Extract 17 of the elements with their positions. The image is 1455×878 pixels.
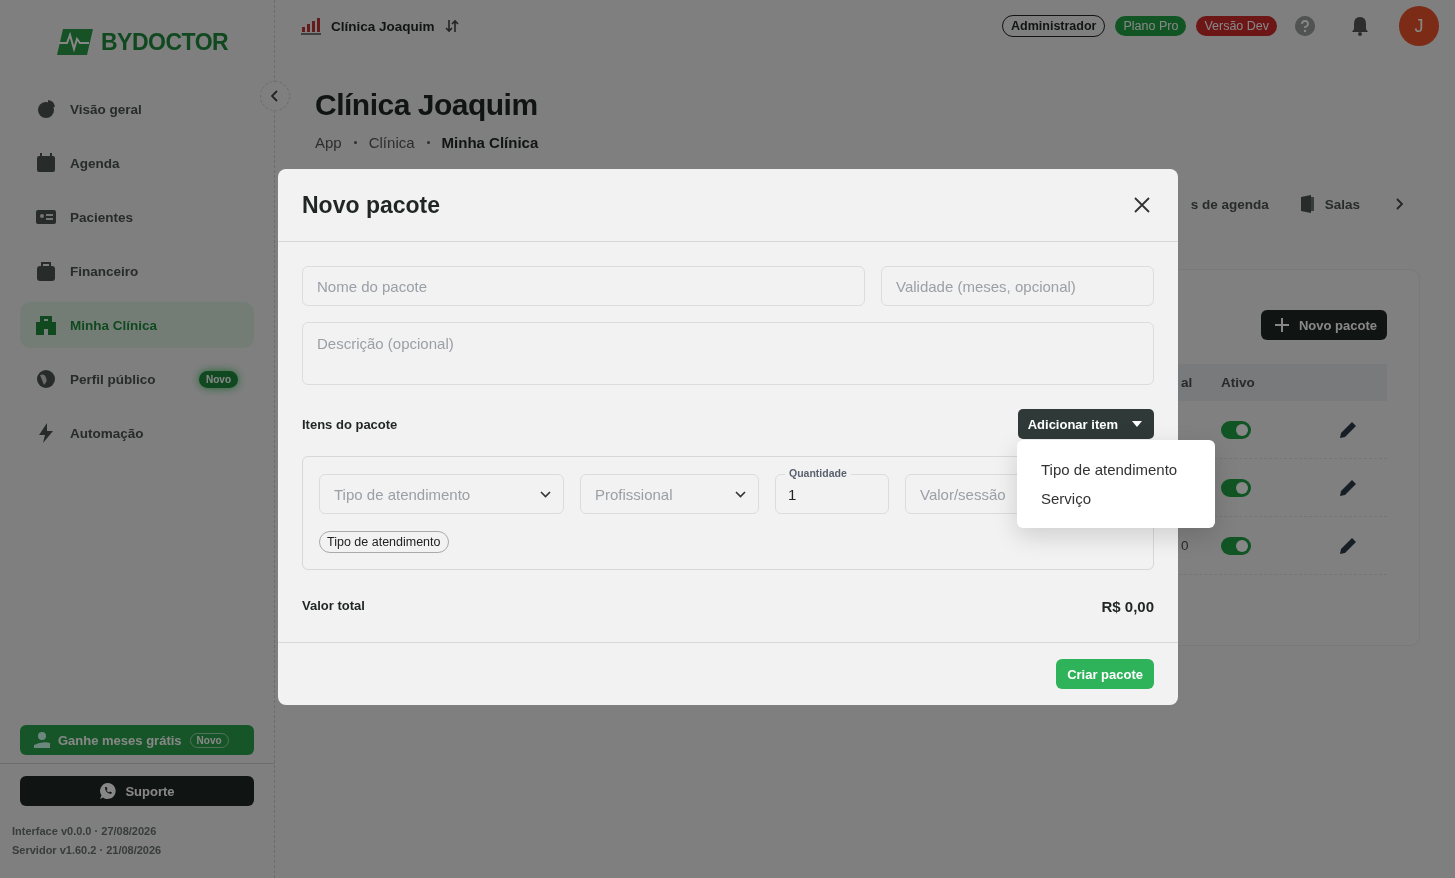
total-value: R$ 0,00 (1101, 598, 1154, 615)
modal-title: Novo pacote (302, 191, 441, 219)
version-text: Servidor v1.60.2 · 21/08/2026 (11, 843, 163, 858)
column-header: al (1181, 375, 1194, 390)
clinic-name: Clínica Joaquim (331, 18, 435, 34)
page-title: Clínica Joaquim (315, 88, 539, 122)
total-label: Valor total (302, 598, 365, 615)
breadcrumb-item: Minha Clínica (441, 134, 539, 151)
column-header: Ativo (1221, 375, 1256, 390)
section-label: Itens do pacote (302, 416, 398, 432)
version-text: Interface v0.0.0 · 27/08/2026 (11, 824, 158, 839)
new-badge: Novo (199, 370, 238, 388)
logo-text: BYDOCTOR (101, 28, 229, 56)
table-cell-text: 0 (1181, 538, 1190, 553)
field-label: Quantidade (785, 467, 851, 480)
status-badge: Plano Pro (1115, 16, 1187, 36)
status-badge: Versão Dev (1196, 16, 1277, 36)
